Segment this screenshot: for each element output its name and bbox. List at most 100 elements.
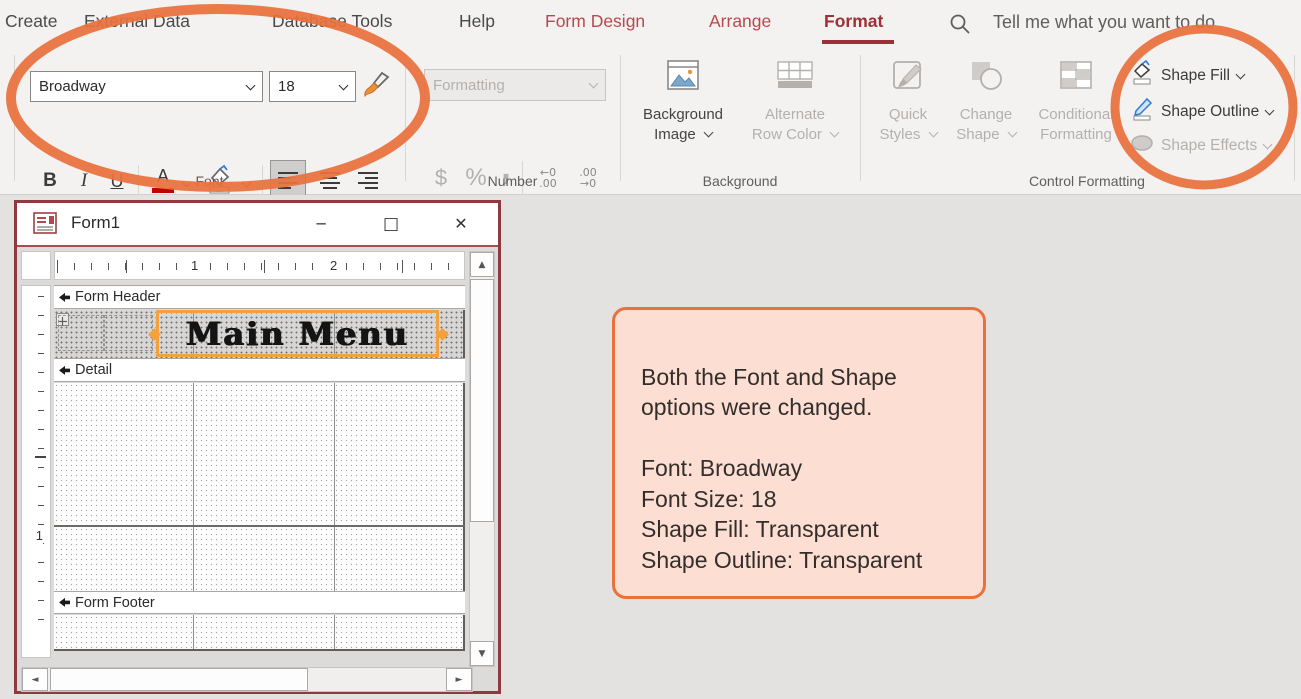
main-menu-label-text: Main Menu [186,315,409,353]
background-image-icon [630,59,736,99]
scroll-down-button[interactable]: ▼ [470,641,494,666]
workspace-canvas: Form1 ─ □ ✕ 1 2 1 F [0,195,1301,699]
shape-fill-button[interactable]: Shape Fill [1130,60,1244,91]
quick-styles-label-1: Quick [889,106,927,123]
conditional-formatting-label-2: Formatting [1040,126,1112,143]
tab-help[interactable]: Help [459,11,495,32]
tab-database-tools[interactable]: Database Tools [272,11,392,32]
group-separator [14,55,15,181]
font-size-combo[interactable]: 18 [269,71,356,102]
format-painter-icon[interactable] [360,69,392,106]
shape-fill-label: Shape Fill [1161,67,1230,85]
chevron-down-icon [1235,69,1245,79]
detail-grid-lower[interactable] [54,527,465,591]
form-footer-label: Form Footer [75,595,155,611]
ruler-number: 1 [187,258,202,273]
quick-styles-label-2: Styles [879,126,920,143]
vertical-ruler[interactable]: 1 [21,285,51,658]
grid-right-edge [463,615,465,649]
section-collapse-icon [58,365,71,376]
detail-grid-upper[interactable] [54,383,465,525]
chevron-down-icon [1007,128,1017,138]
grid-column-line [334,383,335,525]
font-name-combo[interactable]: Broadway [30,71,263,102]
quick-styles-button: Quick Styles [870,59,946,145]
search-icon[interactable] [948,12,972,41]
background-group-label: Background [620,173,860,189]
shape-effects-button: Shape Effects [1130,132,1271,159]
alternate-row-label-2: Row Color [752,126,822,143]
conditional-formatting-button: Conditional Formatting [1028,59,1124,145]
form-icon [33,212,57,239]
form-header-grid[interactable]: Main Menu [54,310,465,358]
background-image-button[interactable]: Background Image [630,59,736,145]
tab-format[interactable]: Format [824,11,883,32]
change-shape-icon [946,59,1026,99]
conditional-formatting-icon [1028,59,1124,99]
form1-design-window: Form1 ─ □ ✕ 1 2 1 F [14,200,501,694]
change-shape-label-2: Shape [956,126,999,143]
horizontal-scrollbar[interactable]: ◄ ► [21,667,473,692]
ribbon-tab-bar: Create External Data Database Tools Help… [0,0,1301,47]
maximize-button[interactable]: □ [375,209,407,239]
section-collapse-icon [58,292,71,303]
group-separator [620,55,621,181]
ruler-ticks [38,296,44,636]
vertical-scrollbar[interactable]: ▲ ▼ [469,251,495,667]
group-separator [1294,55,1295,181]
tab-create[interactable]: Create [5,11,58,32]
number-format-placeholder: Formatting [433,77,505,94]
access-application-window: Create External Data Database Tools Help… [0,0,1301,699]
grid-column-line [334,527,335,591]
change-shape-button: Change Shape [946,59,1026,145]
tell-me-search-box[interactable]: Tell me what you want to do [993,12,1215,33]
chevron-down-icon [589,79,599,89]
active-tab-underline [822,40,894,44]
scroll-left-button[interactable]: ◄ [22,668,48,691]
empty-layout-cell[interactable] [104,315,153,351]
tab-form-design[interactable]: Form Design [545,11,645,32]
detail-section-bar[interactable]: Detail [54,358,465,382]
alternate-row-color-icon [742,59,848,99]
empty-layout-cell[interactable] [58,315,104,351]
vertical-scrollbar-thumb[interactable] [470,279,494,522]
ruler-corner-box[interactable] [21,251,51,280]
grid-right-edge [463,310,465,358]
tab-external-data[interactable]: External Data [84,11,190,32]
horizontal-ruler[interactable]: 1 2 [54,251,465,280]
main-menu-label-control[interactable]: Main Menu [156,310,439,357]
tab-arrange[interactable]: Arrange [709,11,771,32]
shape-effects-label: Shape Effects [1161,137,1257,155]
chevron-down-icon [830,128,840,138]
ruler-half-tick [35,456,46,458]
ruler-number: 1 [36,526,43,545]
font-name-value: Broadway [39,78,106,95]
grid-right-edge [463,527,465,591]
font-size-value: 18 [278,78,295,95]
detail-label: Detail [75,362,112,378]
form-header-section-bar[interactable]: Form Header [54,285,465,309]
minimize-button[interactable]: ─ [305,209,337,239]
form-footer-grid[interactable] [54,615,465,651]
form-footer-section-bar[interactable]: Form Footer [54,591,465,614]
ribbon-format-tab-contents: Broadway 18 B I U A [0,47,1301,195]
change-shape-label-1: Change [960,106,1013,123]
form-window-titlebar[interactable]: Form1 ─ □ ✕ [17,203,498,245]
scroll-up-button[interactable]: ▲ [470,252,494,277]
group-separator [405,55,406,181]
shape-outline-button[interactable]: Shape Outline [1130,96,1273,127]
shape-outline-label: Shape Outline [1161,103,1259,121]
chevron-down-icon [339,80,349,90]
grid-column-line [193,615,194,649]
horizontal-scrollbar-thumb[interactable] [50,668,308,691]
titlebar-divider [17,245,498,247]
section-collapse-icon [58,597,71,608]
background-image-label-1: Background [643,106,723,123]
close-button[interactable]: ✕ [445,209,477,239]
background-image-label-2: Image [654,126,696,143]
quick-styles-icon [870,59,946,99]
shape-fill-icon [1130,60,1154,91]
group-separator [860,55,861,181]
scroll-right-button[interactable]: ► [446,668,472,691]
number-format-combo: Formatting [424,69,606,101]
